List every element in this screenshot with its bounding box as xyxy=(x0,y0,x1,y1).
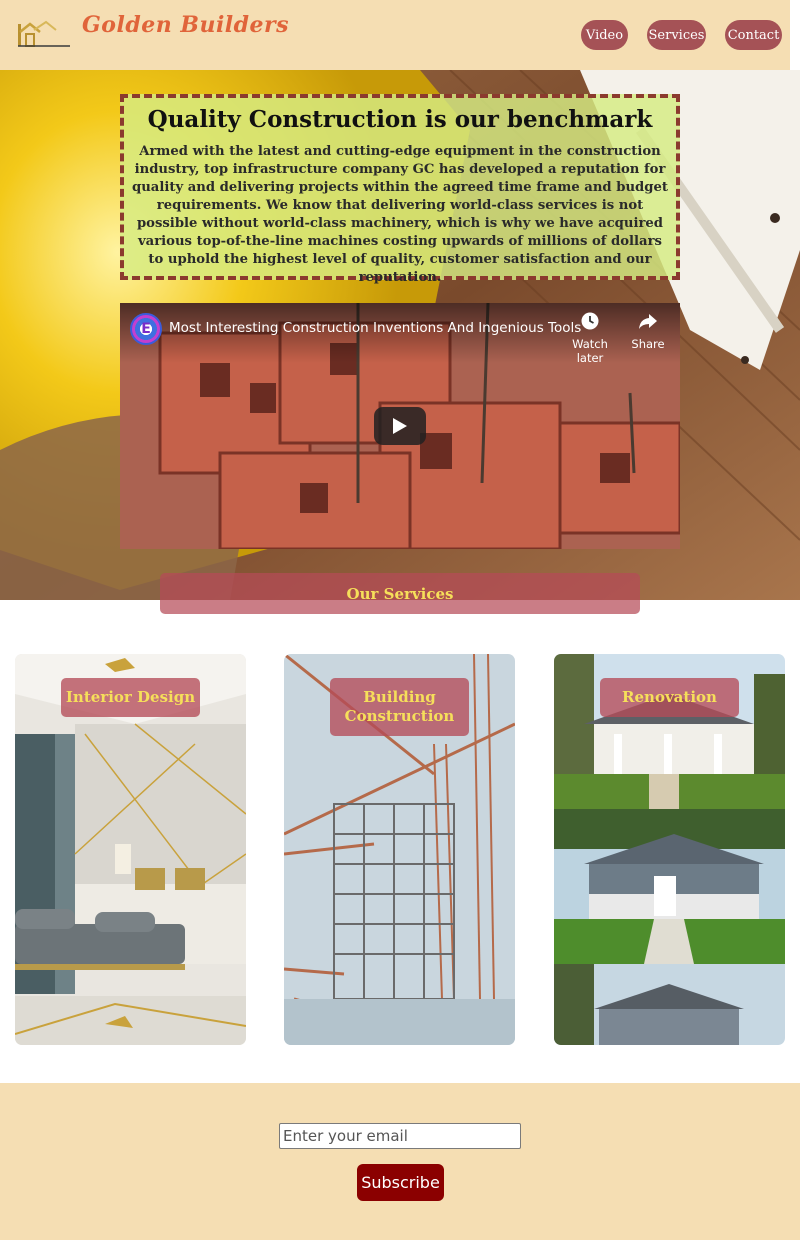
embedded-video-player[interactable]: E Most Interesting Construction Inventio… xyxy=(120,303,680,549)
site-header: Golden Builders Video Services Contact xyxy=(0,0,790,70)
hero-title: Quality Construction is our benchmark xyxy=(147,106,653,133)
share-button[interactable]: Share xyxy=(617,311,679,351)
hero-intro-box: Quality Construction is our benchmark Ar… xyxy=(120,94,680,285)
share-arrow-icon xyxy=(639,314,657,329)
play-button[interactable] xyxy=(374,407,426,445)
services-heading: Our Services xyxy=(160,573,640,614)
clock-icon xyxy=(581,312,599,330)
card-label-building-construction: Building Construction xyxy=(330,678,469,736)
nav-video-button[interactable]: Video xyxy=(581,20,628,50)
newsletter-footer: Subscribe xyxy=(0,1083,800,1240)
card-label-interior-design: Interior Design xyxy=(61,678,200,717)
service-card-renovation[interactable]: Renovation xyxy=(554,654,785,1045)
watch-later-button[interactable]: Watch later xyxy=(559,311,621,365)
video-title[interactable]: Most Interesting Construction Inventions… xyxy=(169,320,581,336)
card-label-renovation: Renovation xyxy=(600,678,739,717)
house-logo-icon[interactable] xyxy=(16,18,70,48)
service-card-building-construction[interactable]: Building Construction xyxy=(284,654,515,1045)
service-card-interior-design[interactable]: Interior Design xyxy=(15,654,246,1045)
nav-services-button[interactable]: Services xyxy=(647,20,706,50)
watch-later-label: Watch later xyxy=(572,337,608,365)
play-icon xyxy=(393,418,407,434)
hero-description: Armed with the latest and cutting-edge e… xyxy=(132,144,668,285)
logo-text[interactable]: Golden Builders xyxy=(82,12,289,38)
channel-avatar-icon[interactable]: E xyxy=(130,313,162,345)
hero-section: Quality Construction is our benchmark Ar… xyxy=(0,70,800,600)
nav-contact-button[interactable]: Contact xyxy=(725,20,782,50)
subscribe-button[interactable]: Subscribe xyxy=(357,1164,444,1201)
email-input[interactable] xyxy=(279,1123,521,1149)
share-label: Share xyxy=(631,337,665,351)
